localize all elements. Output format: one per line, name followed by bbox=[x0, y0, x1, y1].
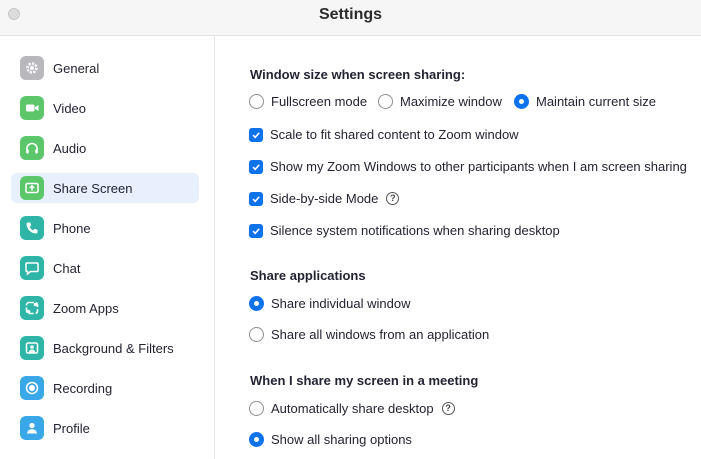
checkmark-icon bbox=[252, 163, 260, 170]
sidebar-item-label: Audio bbox=[53, 140, 87, 156]
auto-share-desktop-option[interactable]: Automatically share desktop ? bbox=[249, 401, 455, 416]
sidebar-item-label: Chat bbox=[53, 260, 81, 276]
share-all-windows-radio[interactable] bbox=[249, 327, 264, 342]
sidebar-item-video[interactable]: Video bbox=[11, 93, 199, 123]
sidebar-item-profile[interactable]: Profile bbox=[11, 413, 199, 443]
scale-to-fit-checkbox[interactable] bbox=[249, 127, 263, 142]
sidebar-item-label: Background & Filters bbox=[53, 340, 174, 356]
silence-notifications-checkbox[interactable] bbox=[249, 223, 263, 238]
sidebar-item-label: Zoom Apps bbox=[53, 300, 119, 316]
sidebar-item-chat[interactable]: Chat bbox=[11, 253, 199, 283]
section-title-meeting-share: When I share my screen in a meeting bbox=[250, 373, 479, 388]
profile-icon bbox=[20, 416, 44, 440]
sidebar-item-label: General bbox=[53, 60, 100, 76]
side-by-side-mode-checkbox[interactable] bbox=[249, 191, 263, 206]
sidebar-item-label: Share Screen bbox=[53, 180, 133, 196]
fullscreen-mode-label: Fullscreen mode bbox=[271, 94, 368, 109]
maximize-window-option[interactable]: Maximize window bbox=[378, 94, 502, 109]
silence-notifications-label: Silence system notifications when sharin… bbox=[270, 223, 560, 238]
headphones-icon bbox=[20, 136, 44, 160]
scale-to-fit-label: Scale to fit shared content to Zoom wind… bbox=[270, 127, 519, 142]
sidebar-item-background-filters[interactable]: Background & Filters bbox=[11, 333, 199, 363]
fullscreen-mode-option[interactable]: Fullscreen mode bbox=[249, 94, 367, 109]
recording-icon bbox=[20, 376, 44, 400]
video-camera-icon bbox=[20, 96, 44, 120]
scale-to-fit-option[interactable]: Scale to fit shared content to Zoom wind… bbox=[249, 127, 519, 142]
auto-share-desktop-radio[interactable] bbox=[249, 401, 264, 416]
sidebar-item-label: Phone bbox=[53, 220, 91, 236]
share-all-windows-label: Share all windows from an application bbox=[271, 327, 490, 342]
side-by-side-mode-label: Side-by-side Mode bbox=[270, 191, 379, 206]
checkmark-icon bbox=[252, 195, 260, 202]
silence-notifications-option[interactable]: Silence system notifications when sharin… bbox=[249, 223, 560, 238]
help-icon[interactable]: ? bbox=[386, 192, 400, 205]
maximize-window-label: Maximize window bbox=[400, 94, 502, 109]
chat-icon bbox=[20, 256, 44, 280]
maintain-current-size-radio[interactable] bbox=[514, 94, 529, 109]
side-by-side-mode-option[interactable]: Side-by-side Mode ? bbox=[249, 191, 400, 206]
share-all-windows-option[interactable]: Share all windows from an application bbox=[249, 327, 489, 342]
title-bar: Settings bbox=[0, 0, 701, 36]
show-zoom-windows-label: Show my Zoom Windows to other participan… bbox=[270, 159, 687, 174]
auto-share-desktop-label: Automatically share desktop bbox=[271, 401, 434, 416]
share-screen-settings-panel: Window size when screen sharing: Fullscr… bbox=[216, 36, 701, 459]
sidebar-item-label: Recording bbox=[53, 380, 113, 396]
share-screen-icon bbox=[20, 176, 44, 200]
show-all-sharing-options-label: Show all sharing options bbox=[271, 432, 412, 447]
checkmark-icon bbox=[252, 131, 260, 138]
help-icon[interactable]: ? bbox=[441, 402, 455, 415]
share-individual-window-label: Share individual window bbox=[271, 296, 411, 311]
sidebar-item-label: Video bbox=[53, 100, 87, 116]
background-filters-icon bbox=[20, 336, 44, 360]
sidebar-item-general[interactable]: General bbox=[11, 53, 199, 83]
zoom-apps-icon bbox=[20, 296, 44, 320]
window-title: Settings bbox=[318, 6, 383, 23]
section-title-share-applications: Share applications bbox=[250, 268, 366, 283]
show-zoom-windows-checkbox[interactable] bbox=[249, 159, 263, 174]
show-all-sharing-options-radio[interactable] bbox=[249, 432, 264, 447]
settings-sidebar: General Video Audio Share Screen Phone C… bbox=[0, 36, 215, 459]
share-individual-window-option[interactable]: Share individual window bbox=[249, 296, 410, 311]
checkmark-icon bbox=[252, 227, 260, 234]
share-individual-window-radio[interactable] bbox=[249, 296, 264, 311]
sidebar-item-recording[interactable]: Recording bbox=[11, 373, 199, 403]
fullscreen-mode-radio[interactable] bbox=[249, 94, 264, 109]
show-all-sharing-options-option[interactable]: Show all sharing options bbox=[249, 432, 412, 447]
phone-icon bbox=[20, 216, 44, 240]
maintain-current-size-option[interactable]: Maintain current size bbox=[514, 94, 656, 109]
sidebar-item-label: Profile bbox=[53, 420, 90, 436]
sidebar-item-zoom-apps[interactable]: Zoom Apps bbox=[11, 293, 199, 323]
section-title-window-size: Window size when screen sharing: bbox=[250, 67, 466, 82]
maximize-window-radio[interactable] bbox=[378, 94, 393, 109]
sidebar-item-phone[interactable]: Phone bbox=[11, 213, 199, 243]
sidebar-item-audio[interactable]: Audio bbox=[11, 133, 199, 163]
maintain-current-size-label: Maintain current size bbox=[536, 94, 656, 109]
show-zoom-windows-option[interactable]: Show my Zoom Windows to other participan… bbox=[249, 159, 687, 174]
gear-icon bbox=[20, 56, 44, 80]
sidebar-item-share-screen[interactable]: Share Screen bbox=[11, 173, 199, 203]
